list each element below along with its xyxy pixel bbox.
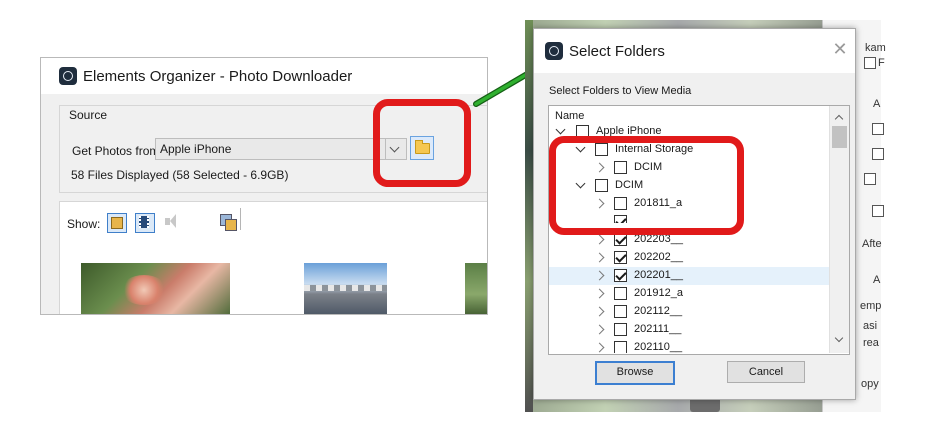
chevron-right-icon[interactable]	[594, 306, 605, 317]
panel-fragment-text: A	[873, 98, 881, 110]
tree-scrollbar[interactable]	[829, 106, 849, 353]
tree-row-label: 202111__	[634, 323, 682, 335]
browse-button[interactable]: Browse	[595, 361, 675, 385]
tree-row-label: 201912_a	[634, 287, 683, 299]
show-label: Show:	[67, 217, 101, 231]
panel-checkbox[interactable]	[872, 148, 884, 160]
tree-row-folder[interactable]: 202111__	[549, 321, 829, 339]
photo-icon	[111, 217, 123, 229]
tree-row-folder-selected[interactable]: 202201__	[549, 267, 829, 285]
chevron-right-icon[interactable]	[594, 324, 605, 335]
elements-organizer-icon	[59, 67, 77, 85]
scrollbar-thumb[interactable]	[832, 126, 847, 148]
dialog-titlebar[interactable]: Select Folders ✕	[534, 29, 855, 73]
panel-checkbox[interactable]	[864, 173, 876, 185]
source-label: Source	[67, 108, 110, 122]
copy-files-button[interactable]	[219, 213, 237, 231]
panel-fragment-text: kam	[865, 42, 886, 54]
photo-thumbnail[interactable]	[304, 263, 387, 314]
panel-checkbox[interactable]	[872, 205, 884, 217]
film-icon	[139, 216, 149, 228]
panel-fragment-text: F	[878, 57, 885, 69]
chevron-right-icon[interactable]	[594, 270, 605, 281]
tree-row-folder[interactable]: 202112__	[549, 303, 829, 321]
speaker-icon	[165, 214, 176, 228]
tree-row-label: 202201__	[634, 269, 683, 281]
folder-checkbox[interactable]	[614, 323, 627, 336]
window-title: Elements Organizer - Photo Downloader	[83, 68, 353, 85]
chevron-right-icon[interactable]	[594, 252, 605, 263]
chevron-right-icon[interactable]	[594, 342, 605, 353]
show-audio-toggle[interactable]	[163, 213, 181, 231]
cancel-button[interactable]: Cancel	[727, 361, 805, 383]
tree-row-label: 202202__	[634, 251, 683, 263]
panel-fragment-text: rea	[863, 337, 879, 349]
panel-fragment-text: asi	[863, 320, 878, 332]
toolbar-divider	[240, 208, 241, 230]
panel-checkbox[interactable]	[872, 123, 884, 135]
chevron-right-icon[interactable]	[594, 234, 605, 245]
name-column-label: Name	[555, 110, 585, 122]
folder-checkbox[interactable]	[614, 341, 627, 353]
chevron-right-icon[interactable]	[594, 288, 605, 299]
panel-fragment-text: Afte	[862, 238, 882, 250]
background-photo-strip	[525, 20, 533, 412]
panel-fragment-text: opy	[861, 378, 879, 390]
device-dropdown[interactable]: Apple iPhone	[155, 138, 407, 160]
device-dropdown-value: Apple iPhone	[160, 142, 232, 156]
tree-row-folder[interactable]: 201912_a	[549, 285, 829, 303]
scroll-down-icon[interactable]	[835, 334, 843, 342]
show-photos-toggle[interactable]	[107, 213, 127, 233]
panel-fragment-text: emp	[860, 300, 882, 312]
panel-checkbox[interactable]	[864, 57, 876, 69]
highlight-box-folder-button	[373, 99, 471, 187]
photo-thumbnail[interactable]	[81, 263, 230, 314]
photo-thumbnail[interactable]	[465, 263, 487, 314]
photo-downloader-titlebar[interactable]: Elements Organizer - Photo Downloader	[41, 58, 487, 94]
scroll-up-icon[interactable]	[835, 113, 843, 121]
folder-checkbox[interactable]	[614, 287, 627, 300]
panel-fragment-text: A	[873, 274, 881, 286]
dialog-title: Select Folders	[569, 43, 665, 60]
folder-checkbox[interactable]	[614, 269, 627, 282]
tree-row-label: 202112__	[634, 305, 683, 317]
dialog-instruction: Select Folders to View Media	[549, 85, 692, 97]
close-icon[interactable]: ✕	[830, 39, 850, 59]
elements-organizer-icon	[545, 42, 563, 60]
files-status: 58 Files Displayed (58 Selected - 6.9GB)	[71, 168, 289, 182]
tree-row-label: 202110__	[634, 341, 683, 353]
folder-checkbox[interactable]	[614, 305, 627, 318]
show-videos-toggle[interactable]	[135, 213, 155, 233]
tree-row-folder[interactable]: 202202__	[549, 249, 829, 267]
chevron-down-icon[interactable]	[555, 124, 566, 135]
get-photos-label: Get Photos from:	[72, 144, 163, 158]
folder-checkbox[interactable]	[614, 251, 627, 264]
highlight-box-folder-tree	[549, 136, 744, 235]
tree-row-folder[interactable]: 202110__	[549, 339, 829, 353]
